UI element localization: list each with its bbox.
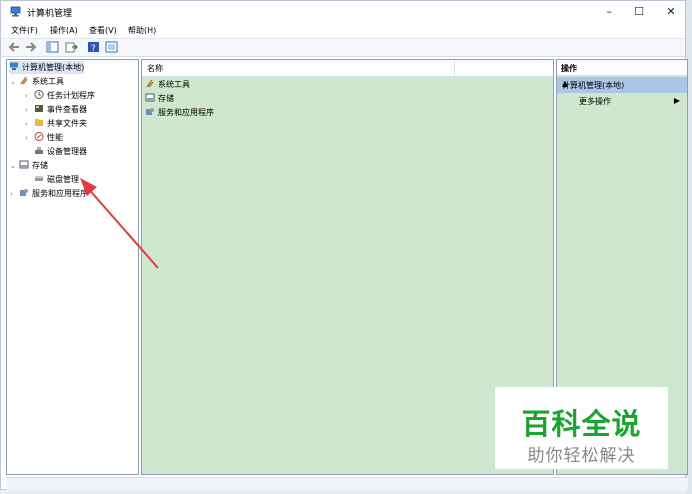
properties-icon[interactable] [105,41,118,53]
tree-item-task-scheduler[interactable]: › 任务计划程序 [25,89,95,102]
more-actions-link[interactable]: 更多操作 [579,96,611,107]
tree-label-system-tools: 系统工具 [32,77,64,86]
watermark-brand: 百科全说 [521,407,642,441]
menu-action[interactable]: 操作(A) [50,25,78,36]
watermark-slogan: 助你轻松解决 [527,446,636,466]
back-arrow-icon[interactable] [8,41,21,53]
menu-view[interactable]: 查看(V) [89,25,117,36]
event-viewer-icon [35,105,43,112]
list-item-label: 服务和应用程序 [158,108,214,117]
tree-item-performance[interactable]: › 性能 [25,131,63,144]
menu-file[interactable]: 文件(F) [11,25,38,36]
list-item[interactable]: 存储 [145,92,174,105]
svg-text:?: ? [91,44,96,53]
actions-header: 操作 [557,60,687,76]
storage-icon [19,160,29,169]
services-icon [20,189,28,196]
device-manager-icon [35,147,43,154]
actions-title: 操作 [561,64,577,73]
tree-label-storage: 存储 [32,161,48,170]
column-divider[interactable] [454,60,455,76]
maximize-button[interactable]: ☐ [623,1,655,23]
tree-item-shared-folders[interactable]: › 共享文件夹 [25,117,87,130]
actions-selected-item[interactable]: 计算机管理(本地) ▲ [557,77,687,93]
services-icon [146,108,154,115]
storage-icon [145,93,155,102]
tools-icon [146,79,154,88]
tree-label-performance: 性能 [47,133,63,142]
clock-icon [34,90,44,99]
list-header: 名称 [142,60,553,77]
tree-item-system-tools[interactable]: ⌄ 系统工具 [10,75,64,88]
tree-label-shared-folders: 共享文件夹 [47,119,87,128]
tree-label-disk-management: 磁盘管理 [47,175,79,184]
help-icon[interactable]: ? [87,41,100,53]
chevron-right-icon[interactable]: › [25,90,34,103]
chevron-down-icon[interactable]: ⌄ [10,160,19,173]
list-item[interactable]: 系统工具 [145,78,190,91]
chevron-down-icon[interactable]: ⌄ [10,76,19,89]
performance-icon [34,132,44,141]
tools-icon [20,76,28,85]
collapse-up-icon[interactable]: ▲ [562,79,681,88]
tree-label-services-apps: 服务和应用程序 [32,189,88,198]
chevron-right-icon[interactable]: › [25,132,34,145]
menu-bar: 文件(F) 操作(A) 查看(V) 帮助(H) [1,23,685,37]
tree-label-device-manager: 设备管理器 [47,147,87,156]
list-item-label: 系统工具 [158,80,190,89]
chevron-right-icon[interactable]: › [25,118,34,131]
tree-item-disk-management[interactable]: 磁盘管理 [34,173,79,186]
navigation-tree: 计算机管理(本地) ⌄ 系统工具 › 任务计划程序 › 事件查看器 › 共享文件夹 › 性… [6,59,139,475]
tree-item-storage[interactable]: ⌄ 存储 [10,159,48,172]
list-item-label: 存储 [158,94,174,103]
tree-item-event-viewer[interactable]: › 事件查看器 [25,103,87,116]
watermark: 百科全说 助你轻松解决 [495,387,668,469]
tree-label-task-scheduler: 任务计划程序 [47,91,95,100]
show-hide-tree-icon[interactable] [46,41,59,53]
computer-icon [10,62,18,70]
computer-management-window: 计算机管理 – ☐ ✕ 文件(F) 操作(A) 查看(V) 帮助(H) ? 计算… [0,0,688,490]
chevron-right-icon[interactable]: ▶ [674,96,680,105]
tree-item-device-manager[interactable]: 设备管理器 [34,145,87,158]
content-list-pane: 名称 系统工具 存储 服务和应用程序 [141,59,554,475]
export-list-icon[interactable] [65,41,78,53]
tree-label-event-viewer: 事件查看器 [47,105,87,114]
disk-icon [35,176,43,181]
list-item[interactable]: 服务和应用程序 [145,106,214,119]
chevron-right-icon[interactable]: › [10,188,19,201]
title-bar: 计算机管理 – ☐ ✕ [1,1,685,23]
menu-help[interactable]: 帮助(H) [128,25,156,36]
minimize-button[interactable]: – [593,1,625,23]
forward-arrow-icon[interactable] [24,41,37,53]
shared-folder-icon [35,119,43,126]
column-header-name[interactable]: 名称 [147,63,163,74]
computer-management-icon [10,6,21,17]
window-title: 计算机管理 [27,9,73,19]
tree-item-services-apps[interactable]: › 服务和应用程序 [10,187,88,200]
status-bar [6,477,688,490]
tree-item-root[interactable]: 计算机管理(本地) [9,61,85,74]
chevron-right-icon[interactable]: › [25,104,34,117]
tree-label-root: 计算机管理(本地) [22,63,85,72]
close-button[interactable]: ✕ [655,1,687,23]
toolbar: ? [1,38,685,57]
